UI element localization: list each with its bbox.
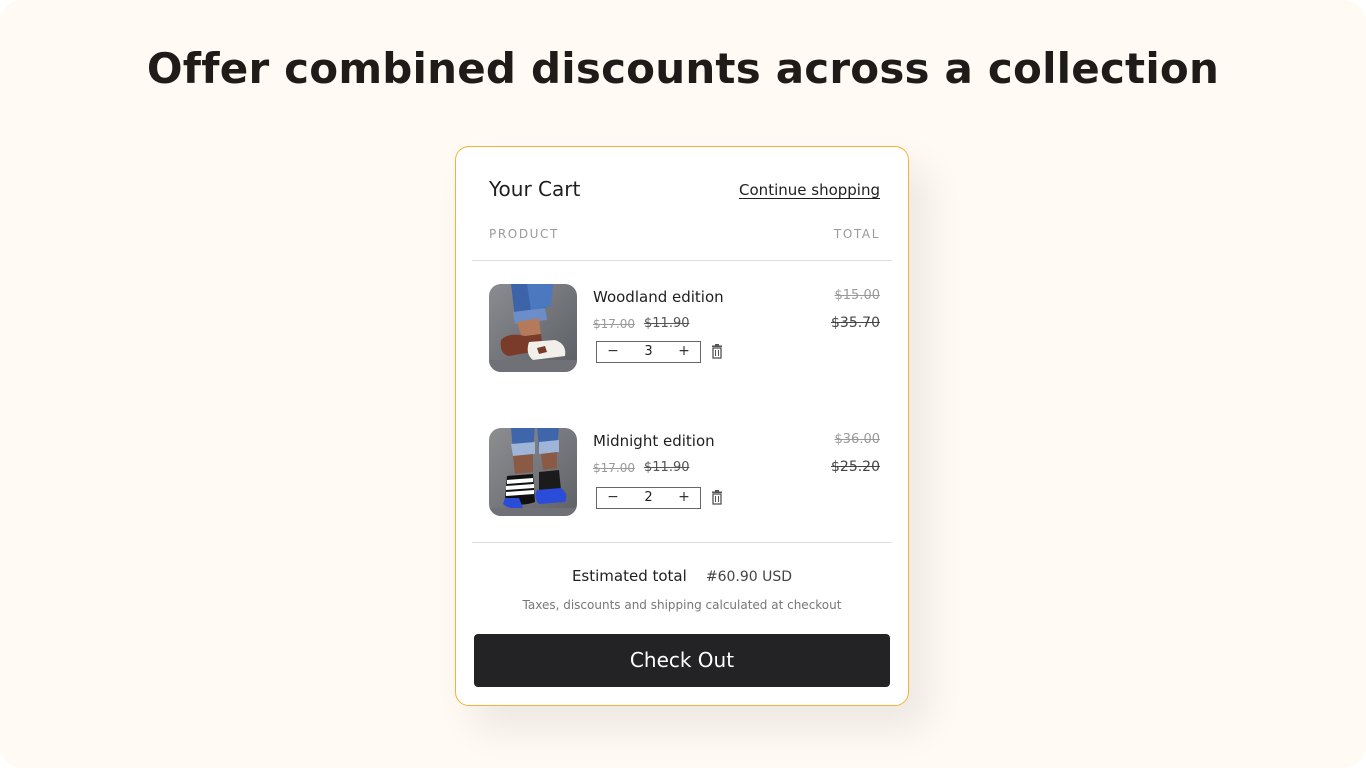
woodland-product-image[interactable] (489, 284, 577, 372)
cart-title: Your Cart (489, 177, 581, 201)
page-background: Offer combined discounts across a collec… (0, 0, 1366, 768)
total-column-header: TOTAL (833, 227, 880, 241)
quantity-increase-button[interactable]: + (674, 489, 694, 505)
item-sale-price: $11.90 (644, 460, 690, 475)
estimated-total-label: Estimated total (571, 567, 687, 585)
continue-shopping-link[interactable]: Continue shopping (739, 181, 880, 199)
item-name[interactable]: Woodland edition (593, 288, 724, 306)
item-original-price: $17.00 (593, 461, 635, 475)
footer-divider (472, 542, 892, 543)
line-total-original: $15.00 (834, 288, 881, 303)
line-total-original: $36.00 (834, 432, 881, 447)
checkout-button[interactable]: Check Out (474, 634, 890, 687)
header-divider (472, 260, 892, 261)
quantity-increase-button[interactable]: + (674, 343, 694, 359)
product-column-header: PRODUCT (489, 227, 559, 241)
page-headline: Offer combined discounts across a collec… (146, 44, 1220, 93)
line-total-sale: $25.20 (831, 459, 880, 475)
cart-item-woodland: Woodland edition $17.00 $11.90 − 3 + $15… (456, 284, 908, 384)
cart-panel: Your Cart Continue shopping PRODUCT TOTA… (455, 146, 909, 706)
midnight-product-image[interactable] (489, 428, 577, 516)
quantity-stepper: − 3 + (596, 341, 701, 363)
cart-item-midnight: Midnight edition $17.00 $11.90 − 2 + $36… (456, 428, 908, 528)
line-total-sale: $35.70 (831, 315, 880, 331)
item-sale-price: $11.90 (644, 316, 690, 331)
trash-icon[interactable] (710, 344, 724, 360)
quantity-stepper: − 2 + (596, 487, 701, 509)
estimated-total-value: #60.90 USD (705, 569, 793, 585)
tax-note: Taxes, discounts and shipping calculated… (522, 598, 842, 612)
estimated-total-row: Estimated total #60.90 USD (456, 566, 908, 585)
item-name[interactable]: Midnight edition (593, 432, 715, 450)
item-original-price: $17.00 (593, 317, 635, 331)
trash-icon[interactable] (710, 490, 724, 506)
